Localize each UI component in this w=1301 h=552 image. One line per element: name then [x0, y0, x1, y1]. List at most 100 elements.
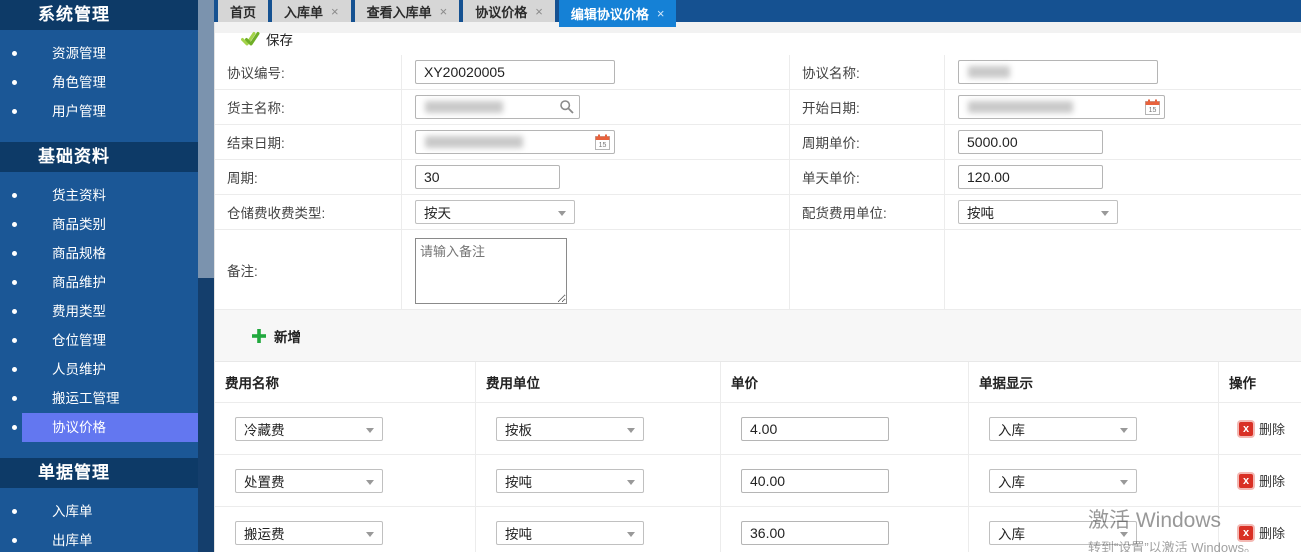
delivery-fee-unit-label: 配货费用单位:	[789, 195, 944, 230]
bullet-icon	[12, 367, 17, 372]
sidebar-scrollbar[interactable]	[198, 0, 214, 552]
fee-name-select[interactable]: 冷藏费	[235, 417, 383, 441]
bullet-icon	[12, 280, 17, 285]
fee-name-select[interactable]: 搬运费	[235, 521, 383, 545]
sidebar-item-product-spec[interactable]: 商品规格	[0, 239, 198, 268]
chevron-down-icon	[627, 428, 635, 433]
start-date-label: 开始日期:	[789, 90, 944, 125]
sidebar-item-porter-mgmt[interactable]: 搬运工管理	[0, 384, 198, 413]
delete-button[interactable]: x删除	[1239, 419, 1285, 438]
save-label: 保存	[266, 29, 293, 49]
col-actions: 操作	[1219, 362, 1301, 403]
bullet-icon	[12, 222, 17, 227]
sidebar-item-fee-type[interactable]: 费用类型	[0, 297, 198, 326]
fee-unit-select[interactable]: 按吨	[496, 521, 644, 545]
fee-table-header-row: 费用名称 费用单位 单价 单据显示 操作	[215, 362, 1301, 403]
price-input[interactable]	[741, 521, 889, 545]
bullet-icon	[12, 80, 17, 85]
fee-unit-select[interactable]: 按板	[496, 417, 644, 441]
svg-text:15: 15	[1149, 107, 1157, 114]
app-window: 系统管理 资源管理 角色管理 用户管理 基础资料 货主资料 商品类别 商品规格 …	[0, 0, 1301, 552]
calendar-icon[interactable]: 15	[595, 134, 610, 150]
tab-bar: 首页 入库单× 查看入库单× 协议价格× 编辑协议价格×	[214, 0, 1301, 22]
add-label: 新增	[274, 326, 301, 346]
bullet-icon	[12, 538, 17, 543]
end-date-label: 结束日期:	[215, 125, 401, 160]
sidebar-section-document-mgmt: 单据管理	[0, 458, 198, 488]
fee-name-select[interactable]: 处置费	[235, 469, 383, 493]
sidebar-item-resource-mgmt[interactable]: 资源管理	[0, 39, 198, 68]
fee-table: 费用名称 费用单位 单价 单据显示 操作 冷藏费 按板 入库 x删除 处置费 按…	[214, 362, 1301, 552]
double-check-icon	[241, 31, 260, 47]
toolbar: 保存	[214, 22, 1301, 55]
bullet-icon	[12, 509, 17, 514]
close-icon[interactable]: ×	[657, 6, 665, 21]
sidebar-item-personnel-maint[interactable]: 人员维护	[0, 355, 198, 384]
delivery-fee-unit-select[interactable]: 按吨	[958, 200, 1118, 224]
tab-view-inbound-order[interactable]: 查看入库单×	[355, 0, 460, 22]
remark-textarea[interactable]	[415, 238, 567, 304]
delete-button[interactable]: x删除	[1239, 523, 1285, 542]
close-icon[interactable]: ×	[440, 4, 448, 19]
sidebar-item-product-maint[interactable]: 商品维护	[0, 268, 198, 297]
active-highlight	[22, 413, 198, 442]
bullet-icon	[12, 109, 17, 114]
sidebar-item-owner-data[interactable]: 货主资料	[0, 181, 198, 210]
sidebar-item-agreement-price[interactable]: 协议价格	[0, 413, 198, 442]
scrollbar-thumb[interactable]	[198, 0, 214, 278]
tab-inbound-order[interactable]: 入库单×	[272, 0, 351, 22]
cycle-price-input[interactable]	[958, 130, 1103, 154]
main-panel: 首页 入库单× 查看入库单× 协议价格× 编辑协议价格× 保存 协议编号: 协议…	[214, 0, 1301, 552]
svg-text:15: 15	[599, 142, 607, 149]
price-input[interactable]	[741, 417, 889, 441]
delete-x-icon: x	[1239, 422, 1253, 436]
tab-agreement-price[interactable]: 协议价格×	[463, 0, 555, 22]
chevron-down-icon	[627, 480, 635, 485]
bullet-icon	[12, 396, 17, 401]
close-icon[interactable]: ×	[331, 4, 339, 19]
chevron-down-icon	[366, 480, 374, 485]
display-select[interactable]: 入库	[989, 417, 1137, 441]
delete-x-icon: x	[1239, 526, 1253, 540]
agreement-no-input[interactable]	[415, 60, 615, 84]
bullet-icon	[12, 51, 17, 56]
sidebar-item-outbound-order[interactable]: 出库单	[0, 526, 198, 552]
col-fee-unit: 费用单位	[476, 362, 721, 403]
display-select[interactable]: 入库	[989, 521, 1137, 545]
chevron-down-icon	[366, 532, 374, 537]
col-display: 单据显示	[969, 362, 1219, 403]
bullet-icon	[12, 193, 17, 198]
col-price: 单价	[721, 362, 969, 403]
day-price-input[interactable]	[958, 165, 1103, 189]
sidebar-item-inbound-order[interactable]: 入库单	[0, 497, 198, 526]
bullet-icon	[12, 425, 17, 430]
chevron-down-icon	[1101, 211, 1109, 216]
owner-name-label: 货主名称:	[215, 90, 401, 125]
price-input[interactable]	[741, 469, 889, 493]
sidebar-item-bin-mgmt[interactable]: 仓位管理	[0, 326, 198, 355]
storage-fee-type-label: 仓储费收费类型:	[215, 195, 401, 230]
sidebar: 系统管理 资源管理 角色管理 用户管理 基础资料 货主资料 商品类别 商品规格 …	[0, 0, 198, 552]
sidebar-item-product-category[interactable]: 商品类别	[0, 210, 198, 239]
save-button[interactable]: 保存	[241, 29, 293, 49]
storage-fee-type-select[interactable]: 按天	[415, 200, 575, 224]
sidebar-item-user-mgmt[interactable]: 用户管理	[0, 97, 198, 126]
delete-button[interactable]: x删除	[1239, 471, 1285, 490]
add-row-button[interactable]: 新增	[251, 326, 301, 346]
display-select[interactable]: 入库	[989, 469, 1137, 493]
cycle-label: 周期:	[215, 160, 401, 195]
agreement-form: 协议编号: 协议名称: 货主名称: 开始日期: 15 结束日期: 15 周期单价…	[214, 55, 1301, 310]
chevron-down-icon	[1120, 480, 1128, 485]
sidebar-item-role-mgmt[interactable]: 角色管理	[0, 68, 198, 97]
search-icon[interactable]	[559, 99, 575, 115]
tab-edit-agreement-price[interactable]: 编辑协议价格×	[559, 0, 677, 27]
calendar-icon[interactable]: 15	[1145, 99, 1160, 115]
fee-unit-select[interactable]: 按吨	[496, 469, 644, 493]
bullet-icon	[12, 309, 17, 314]
close-icon[interactable]: ×	[535, 4, 543, 19]
cycle-input[interactable]	[415, 165, 560, 189]
delete-x-icon: x	[1239, 474, 1253, 488]
tab-home[interactable]: 首页	[218, 0, 268, 22]
remark-label: 备注:	[215, 230, 401, 310]
col-fee-name: 费用名称	[215, 362, 476, 403]
